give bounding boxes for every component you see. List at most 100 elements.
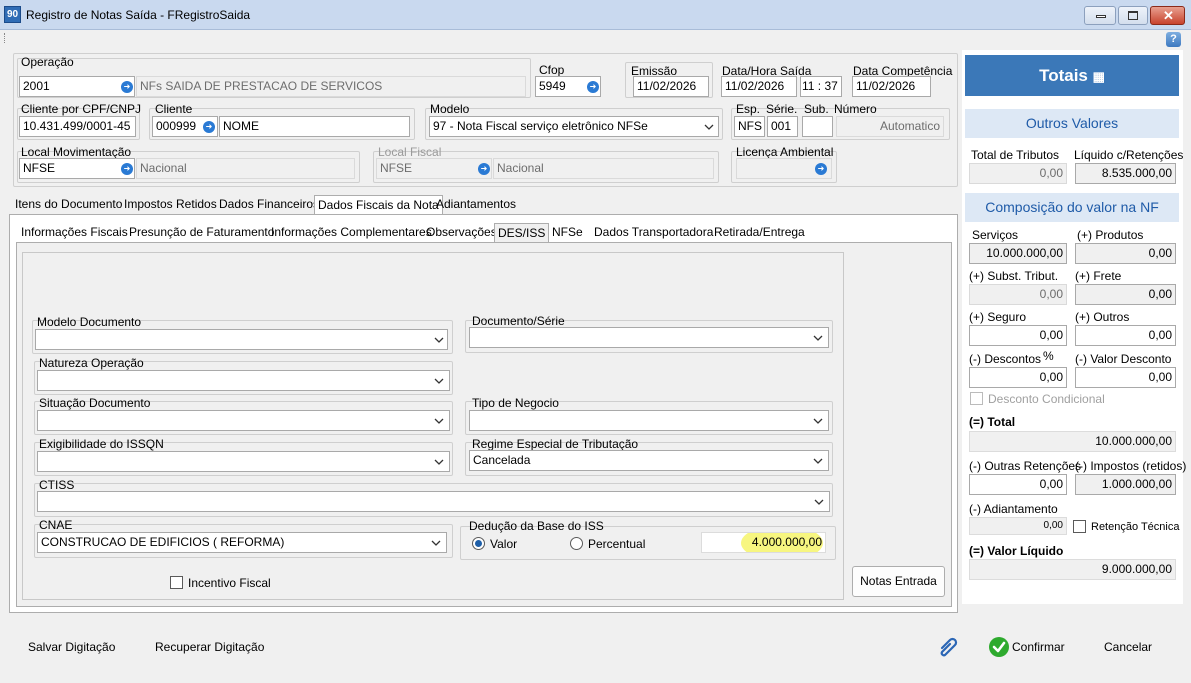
modelo-value: 97 - Nota Fiscal serviço eletrônico NFSe [433, 119, 648, 133]
hora-saida-hour: 11 [802, 79, 815, 93]
local-fiscal-search-icon: ➜ [478, 163, 490, 175]
cnae-select[interactable]: CONSTRUCAO DE EDIFICIOS ( REFORMA) [37, 532, 447, 553]
tab-itens-documento[interactable]: Itens do Documento [12, 195, 125, 215]
tab-presuncao-faturamento[interactable]: Presunção de Faturamento [126, 223, 277, 243]
outras-retencoes-input[interactable]: 0,00 [969, 474, 1067, 495]
outros-valores-header: Outros Valores [965, 109, 1179, 138]
tab-observacoes[interactable]: Observações [423, 223, 500, 243]
retencao-tecnica-checkbox[interactable] [1073, 520, 1086, 533]
produtos-label: (+) Produtos [1077, 228, 1144, 242]
frete-value: 0,00 [1075, 284, 1176, 305]
cliente-label: Cliente [155, 102, 193, 116]
cfop-search-icon[interactable]: ➜ [587, 81, 599, 93]
serie-input[interactable]: 001 [767, 116, 798, 137]
situacao-documento-label: Situação Documento [39, 396, 151, 410]
desconto-condicional-checkbox[interactable] [970, 392, 983, 405]
data-saida-input[interactable]: 11/02/2026 [721, 76, 797, 97]
tab-informacoes-fiscais[interactable]: Informações Fiscais [18, 223, 131, 243]
tab-informacoes-complementares[interactable]: Informações Complementares [268, 223, 435, 243]
seguro-input[interactable]: 0,00 [969, 325, 1067, 346]
confirmar-button[interactable]: Confirmar [986, 636, 1076, 660]
regime-especial-label: Regime Especial de Tributação [472, 437, 639, 451]
cliente-search-icon[interactable]: ➜ [203, 121, 215, 133]
cfop-label: Cfop [539, 63, 565, 77]
total-tributos-label: Total de Tributos [971, 148, 1060, 162]
hora-saida-input[interactable]: 11 : 37 [800, 76, 842, 97]
regime-especial-chevron-down-icon [813, 458, 823, 464]
sub-input[interactable] [802, 116, 833, 137]
minimize-button[interactable] [1084, 6, 1116, 25]
natureza-operacao-chevron-down-icon [434, 378, 444, 384]
descontos-pct-label: % [1043, 349, 1054, 363]
tipo-negocio-chevron-down-icon [813, 418, 823, 424]
close-icon: ✕ [1163, 8, 1174, 23]
tab-impostos-retidos[interactable]: Impostos Retidos [121, 195, 220, 215]
deducao-label: Dedução da Base do ISS [469, 519, 604, 533]
operacao-description: NFs SAIDA DE PRESTACAO DE SERVICOS [136, 76, 526, 97]
paperclip-icon[interactable] [936, 635, 960, 659]
modelo-documento-select[interactable] [35, 329, 448, 350]
impostos-retidos-value: 1.000.000,00 [1075, 474, 1176, 495]
modelo-label: Modelo [430, 102, 470, 116]
cliente-name-input[interactable]: NOME [219, 116, 410, 137]
deducao-valor-label: Valor [490, 537, 518, 551]
totais-title: Totais [1039, 66, 1088, 85]
hora-saida-minute: 37 [824, 79, 838, 93]
modelo-select[interactable]: 97 - Nota Fiscal serviço eletrônico NFSe [429, 116, 719, 137]
natureza-operacao-select[interactable] [37, 370, 450, 391]
recuperar-digitacao-button[interactable]: Recuperar Digitação [155, 640, 264, 654]
valor-desconto-input[interactable]: 0,00 [1075, 367, 1176, 388]
help-icon[interactable]: ? [1166, 32, 1181, 47]
tab-nfse[interactable]: NFSe [549, 223, 586, 243]
deducao-valor-radio[interactable] [472, 537, 485, 550]
notas-entrada-button[interactable]: Notas Entrada [852, 566, 945, 597]
exigibilidade-select[interactable] [37, 451, 450, 472]
ctiss-label: CTISS [39, 478, 75, 492]
app-icon: 90 [4, 6, 21, 23]
maximize-button[interactable] [1118, 6, 1148, 25]
data-competencia-input[interactable]: 11/02/2026 [852, 76, 931, 97]
local-movimentacao-search-icon[interactable]: ➜ [121, 163, 133, 175]
outros-input[interactable]: 0,00 [1075, 325, 1176, 346]
tab-des-iss[interactable]: DES/ISS [494, 223, 550, 243]
sub-tabs: Informações Fiscais Presunção de Faturam… [18, 223, 808, 243]
incentivo-fiscal-checkbox[interactable] [170, 576, 183, 589]
total-tributos-value: 0,00 [969, 163, 1067, 184]
tipo-negocio-select[interactable] [469, 410, 829, 431]
tab-dados-fiscais-nota[interactable]: Dados Fiscais da Nota [314, 195, 443, 215]
composicao-header: Composição do valor na NF [965, 193, 1179, 222]
documento-serie-select[interactable] [469, 327, 829, 348]
title-bar: 90 Registro de Notas Saída - FRegistroSa… [0, 0, 1191, 30]
valor-liquido-label: (=) Valor Líquido [969, 544, 1064, 558]
outras-retencoes-label: (-) Outras Retenções [969, 459, 1082, 473]
salvar-digitacao-button[interactable]: Salvar Digitação [28, 640, 115, 654]
situacao-documento-select[interactable] [37, 410, 450, 431]
tab-dados-financeiros[interactable]: Dados Financeiros [216, 195, 322, 215]
liquido-retencoes-label: Líquido c/Retenções [1074, 148, 1184, 162]
licenca-ambiental-search-icon[interactable]: ➜ [815, 163, 827, 175]
local-movimentacao-code-input[interactable]: NFSE [19, 158, 135, 179]
valor-liquido-value: 9.000.000,00 [969, 559, 1176, 580]
esp-input[interactable]: NFS [734, 116, 765, 137]
modelo-documento-chevron-down-icon [434, 337, 444, 343]
check-icon [989, 637, 1009, 657]
modelo-chevron-down-icon [704, 124, 714, 130]
ctiss-select[interactable] [37, 491, 830, 512]
local-movimentacao-label: Local Movimentação [21, 145, 132, 159]
deducao-percentual-radio[interactable] [570, 537, 583, 550]
emissao-input[interactable]: 11/02/2026 [633, 76, 709, 97]
cancelar-button[interactable]: Cancelar [1104, 640, 1152, 654]
operacao-code-input[interactable]: 2001 [19, 76, 135, 97]
deducao-value-input[interactable]: 4.000.000,00 [701, 532, 826, 553]
tab-adiantamentos[interactable]: Adiantamentos [433, 195, 519, 215]
descontos-input[interactable]: 0,00 [969, 367, 1067, 388]
regime-especial-select[interactable]: Cancelada [469, 450, 829, 471]
produtos-value: 0,00 [1075, 243, 1176, 264]
tab-dados-transportadora[interactable]: Dados Transportadora [591, 223, 716, 243]
licenca-ambiental-label: Licença Ambiental [736, 145, 834, 159]
frete-label: (+) Frete [1075, 269, 1122, 283]
cliente-cpf-input[interactable]: 10.431.499/0001-45 [19, 116, 136, 137]
close-button[interactable]: ✕ [1150, 6, 1185, 25]
operacao-search-icon[interactable]: ➜ [121, 81, 133, 93]
tab-retirada-entrega[interactable]: Retirada/Entrega [711, 223, 808, 243]
